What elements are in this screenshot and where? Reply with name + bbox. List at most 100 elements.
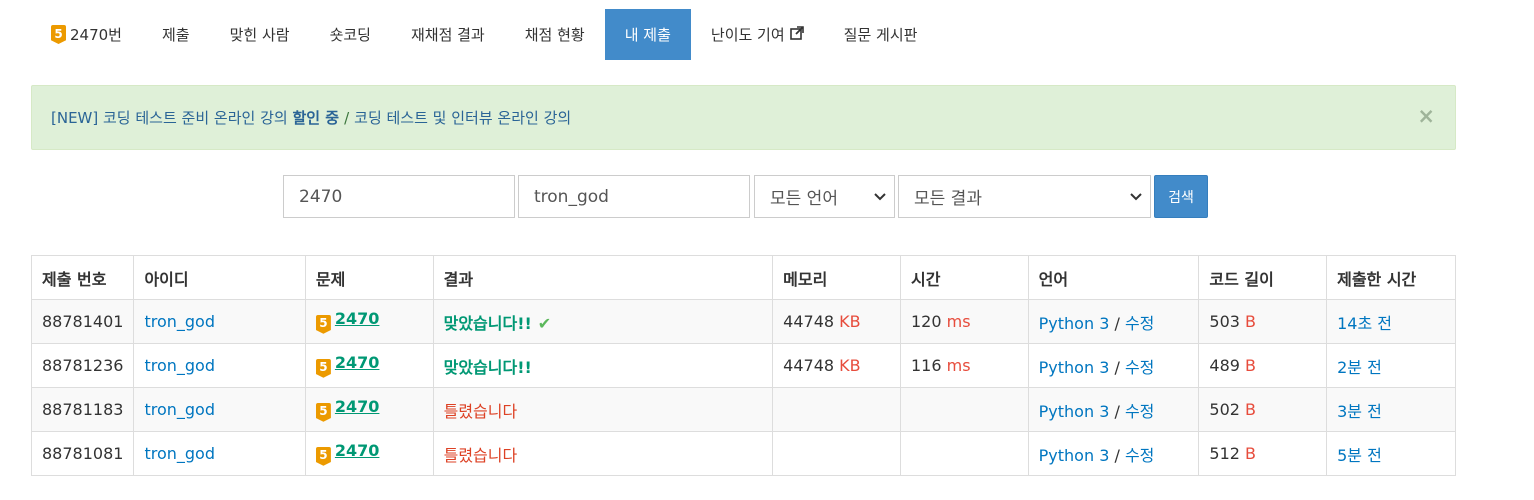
cell-problem: 5 2470 — [304, 343, 434, 388]
cell-user-id: tron_god — [133, 431, 306, 476]
user-link[interactable]: tron_god — [144, 356, 215, 375]
submission-id: 88781236 — [42, 356, 124, 375]
language-link[interactable]: Python 3 — [1039, 358, 1110, 377]
header-submitted-at: 제출한 시간 — [1326, 255, 1456, 300]
edit-link[interactable]: 수정 — [1125, 446, 1154, 465]
language-link[interactable]: Python 3 — [1039, 314, 1110, 333]
problem-link[interactable]: 2470 — [335, 309, 380, 328]
cell-submitted-at: 3분 전 — [1326, 387, 1456, 432]
user-link[interactable]: tron_god — [144, 312, 215, 331]
cell-user-id: tron_god — [133, 299, 306, 344]
nav-solvers[interactable]: 맞힌 사람 — [210, 9, 310, 60]
result-text: 맞았습니다!! — [443, 313, 532, 333]
cell-submission-id: 88781183 — [30, 387, 135, 432]
cell-language: Python 3 / 수정 — [1027, 299, 1200, 344]
result-text: 맞았습니다!! — [443, 357, 532, 377]
language-link[interactable]: Python 3 — [1039, 446, 1110, 465]
cell-user-id: tron_god — [133, 387, 306, 432]
cell-submission-id: 88781081 — [30, 431, 135, 476]
chevron-down-icon — [874, 190, 886, 204]
cell-problem: 5 2470 — [304, 299, 434, 344]
nav-my-submissions[interactable]: 내 제출 — [604, 9, 691, 60]
nav-status[interactable]: 채점 현황 — [505, 9, 605, 60]
edit-link[interactable]: 수정 — [1125, 314, 1154, 333]
memory-unit: KB — [839, 356, 861, 375]
tier-badge-icon: 5 — [315, 314, 331, 334]
memory-value: 44748 — [783, 356, 835, 375]
code-length-value: 512 — [1209, 444, 1240, 463]
nav-short-coding[interactable]: 숏코딩 — [310, 9, 391, 60]
user-id-input[interactable]: tron_god — [518, 175, 750, 218]
cell-result: 맞았습니다!! — [432, 343, 774, 388]
promo-link-lecture[interactable]: [NEW] 코딩 테스트 준비 온라인 강의 할인 중 — [51, 107, 339, 128]
nav-difficulty-contribution[interactable]: 난이도 기여 — [691, 9, 824, 60]
cell-memory: 44748 KB — [772, 299, 901, 344]
user-link[interactable]: tron_god — [144, 444, 215, 463]
cell-time: 120 ms — [899, 299, 1029, 344]
time-unit: ms — [946, 312, 971, 331]
tier-badge-icon: 5 — [315, 446, 331, 466]
language-link[interactable]: Python 3 — [1039, 402, 1110, 421]
table-row: 88781183 tron_god 5 2470 틀렸습니다 Python 3 /… — [30, 387, 1456, 432]
nav-problem[interactable]: 5 2470번 — [31, 9, 142, 60]
promo-alert: [NEW] 코딩 테스트 준비 온라인 강의 할인 중 / 코딩 테스트 및 인… — [31, 85, 1456, 150]
problem-link[interactable]: 2470 — [335, 441, 380, 460]
nav-problem-label: 2470번 — [70, 26, 122, 44]
edit-link[interactable]: 수정 — [1125, 358, 1154, 377]
cell-submitted-at: 14초 전 — [1326, 299, 1456, 344]
cell-submission-id: 88781236 — [30, 343, 135, 388]
code-length-value: 489 — [1209, 356, 1240, 375]
nav-qna-board[interactable]: 질문 게시판 — [824, 9, 938, 60]
check-icon: ✔ — [537, 313, 552, 333]
header-submission-id: 제출 번호 — [30, 255, 135, 300]
memory-value: 44748 — [783, 312, 835, 331]
problem-id-input[interactable]: 2470 — [283, 175, 515, 218]
table-header-row: 제출 번호 아이디 문제 결과 메모리 시간 언어 코드 길이 제출한 시간 — [30, 255, 1456, 300]
submitted-time-link[interactable]: 2분 전 — [1337, 358, 1382, 377]
code-length-unit: B — [1245, 444, 1257, 463]
cell-code-length: 512 B — [1198, 431, 1328, 476]
submitted-time-link[interactable]: 5분 전 — [1337, 446, 1382, 465]
edit-link[interactable]: 수정 — [1125, 402, 1154, 421]
external-link-icon — [789, 25, 804, 44]
cell-language: Python 3 / 수정 — [1027, 431, 1200, 476]
header-result: 결과 — [432, 255, 774, 300]
user-link[interactable]: tron_god — [144, 400, 215, 419]
result-text: 틀렸습니다 — [443, 401, 518, 421]
code-length-unit: B — [1245, 356, 1257, 375]
problem-link[interactable]: 2470 — [335, 397, 380, 416]
submission-id: 88781401 — [42, 312, 124, 331]
submitted-time-link[interactable]: 14초 전 — [1337, 314, 1392, 333]
cell-submission-id: 88781401 — [30, 299, 135, 344]
time-value: 120 — [910, 312, 942, 331]
close-icon[interactable]: × — [1417, 104, 1435, 128]
time-value: 116 — [910, 356, 942, 375]
submission-id: 88781081 — [42, 444, 124, 463]
promo-text-bold: 할인 중 — [292, 109, 340, 127]
problem-link[interactable]: 2470 — [335, 353, 380, 372]
result-select[interactable]: 모든 결과 — [898, 175, 1151, 218]
table-row: 88781236 tron_god 5 2470 맞았습니다!! 44748 KB… — [30, 343, 1456, 388]
cell-result: 틀렸습니다 — [432, 431, 774, 476]
submitted-time-link[interactable]: 3분 전 — [1337, 402, 1382, 421]
language-separator: / — [1114, 401, 1120, 421]
cell-language: Python 3 / 수정 — [1027, 343, 1200, 388]
nav-submit[interactable]: 제출 — [142, 9, 210, 60]
cell-time: 116 ms — [899, 343, 1029, 388]
header-problem: 문제 — [304, 255, 434, 300]
header-code-length: 코드 길이 — [1198, 255, 1328, 300]
cell-code-length: 489 B — [1198, 343, 1328, 388]
cell-time — [899, 431, 1029, 476]
search-button[interactable]: 검색 — [1154, 175, 1208, 218]
language-separator: / — [1114, 357, 1120, 377]
cell-submitted-at: 5분 전 — [1326, 431, 1456, 476]
result-select-value: 모든 결과 — [914, 189, 982, 209]
tier-badge-icon: 5 — [315, 402, 331, 422]
submission-id: 88781183 — [42, 400, 124, 419]
language-select[interactable]: 모든 언어 — [754, 175, 895, 218]
memory-unit: KB — [839, 312, 861, 331]
nav-rejudge-results[interactable]: 재채점 결과 — [391, 9, 505, 60]
chevron-down-icon — [1130, 190, 1142, 204]
cell-language: Python 3 / 수정 — [1027, 387, 1200, 432]
promo-link-interview[interactable]: 코딩 테스트 및 인터뷰 온라인 강의 — [354, 107, 571, 128]
